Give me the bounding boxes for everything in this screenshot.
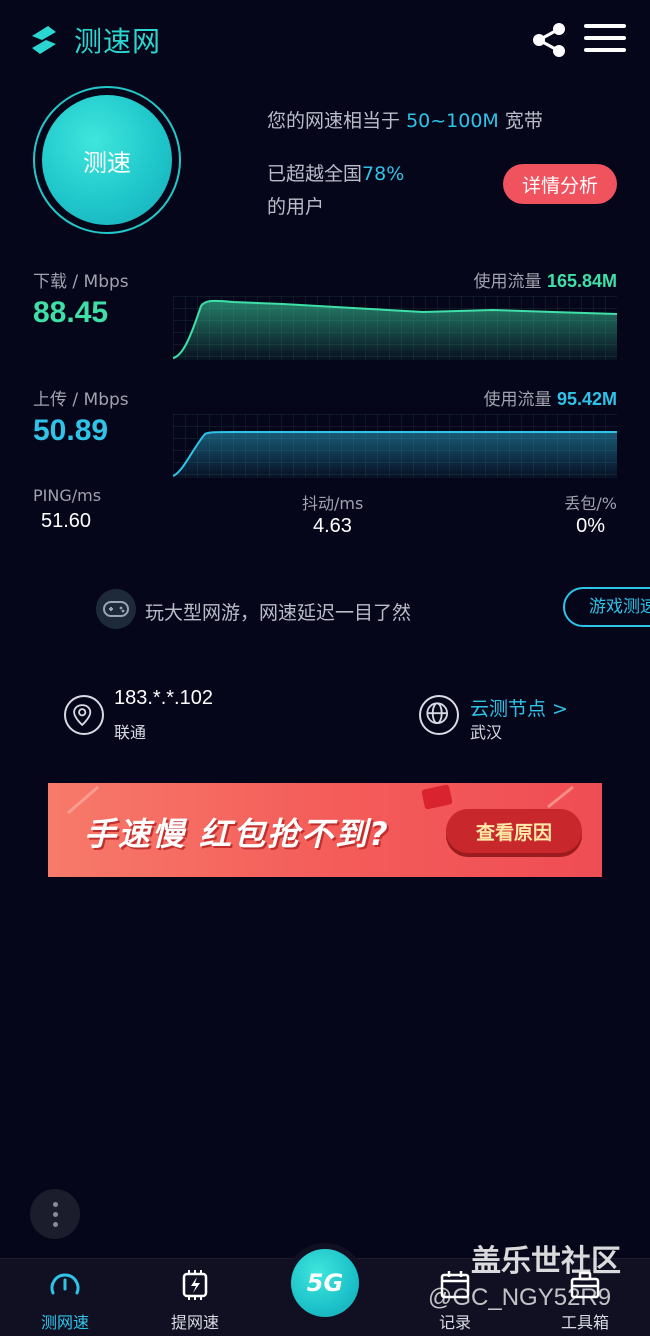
download-usage-value: 165.84M: [546, 271, 617, 291]
start-speed-test-button[interactable]: 测速: [42, 95, 172, 225]
download-speed-graph: [173, 296, 617, 360]
detail-analysis-button[interactable]: 详情分析: [503, 164, 617, 204]
rank-prefix: 已超越全国: [267, 163, 363, 185]
upload-label: 上传 / Mbps: [33, 390, 129, 410]
nav-label-boost-speed: 提网速: [170, 1313, 219, 1332]
nav-label-toolbox: 工具箱: [560, 1313, 609, 1332]
watermark-community: 盖乐世社区: [471, 1244, 621, 1279]
jitter-value: 4.63: [313, 515, 352, 537]
location-pin-icon: [64, 695, 104, 735]
ad-banner[interactable]: 手速慢 红包抢不到? 查看原因: [48, 783, 602, 877]
download-usage: 使用流量 165.84M: [474, 267, 617, 292]
ping-label: PING/ms: [33, 486, 102, 505]
download-label: 下载 / Mbps: [33, 272, 129, 292]
upload-area: [173, 432, 617, 478]
ad-title: 手速慢 红包抢不到?: [84, 815, 390, 853]
rank-percent: 78%: [362, 163, 405, 185]
globe-icon: [419, 695, 459, 735]
download-usage-label: 使用流量: [473, 272, 542, 292]
nav-boost-speed[interactable]: 提网速: [145, 1259, 245, 1336]
game-speed-test-button[interactable]: 游戏测速: [563, 587, 650, 627]
game-promo-text: 玩大型网游，网速延迟一目了然: [145, 602, 412, 624]
gamepad-icon: [96, 589, 136, 629]
upload-usage: 使用流量 95.42M: [484, 385, 617, 410]
nav-label-records: 记录: [438, 1313, 471, 1332]
jitter-label: 抖动/ms: [302, 494, 364, 513]
packet-loss-value: 0%: [576, 515, 605, 537]
nav-5g-button[interactable]: 5G: [291, 1249, 359, 1317]
result-prefix: 您的网速相当于: [267, 110, 401, 132]
upload-speed-value: 50.89: [33, 414, 109, 447]
app-header: 测速网: [0, 0, 650, 80]
watermark-user: @GC_NGY52R9: [428, 1284, 612, 1311]
result-suffix: 宽带: [504, 110, 543, 132]
more-options-icon[interactable]: [30, 1189, 80, 1239]
rank-suffix: 的用户: [267, 196, 325, 218]
upload-usage-label: 使用流量: [483, 390, 552, 410]
nav-speed-test[interactable]: 测网速: [15, 1259, 115, 1336]
upload-usage-value: 95.42M: [556, 389, 617, 409]
download-speed-value: 88.45: [33, 296, 109, 329]
app-title: 测速网: [74, 25, 162, 58]
bandwidth-result: 您的网速相当于 50~100M 宽带: [267, 106, 543, 133]
cloud-test-node-link[interactable]: 云测节点 >: [470, 694, 568, 721]
rank-result: 已超越全国78% 的用户: [267, 158, 404, 224]
bandwidth-value: 50~100M: [406, 110, 499, 132]
ip-address: 183.*.*.102: [114, 687, 213, 709]
nav-label-speed-test: 测网速: [40, 1313, 89, 1332]
check-reason-button[interactable]: 查看原因: [446, 809, 582, 853]
node-city: 武汉: [470, 723, 503, 742]
hamburger-menu-icon[interactable]: [584, 24, 626, 56]
ping-value: 51.60: [41, 510, 92, 532]
boost-chip-icon: [182, 1270, 208, 1300]
isp-name: 联通: [114, 723, 147, 742]
share-icon[interactable]: [530, 22, 568, 58]
speedometer-icon: [50, 1273, 80, 1295]
upload-speed-graph: [173, 414, 617, 478]
packet-loss-label: 丢包/%: [564, 494, 617, 513]
s-logo-icon: [32, 26, 56, 54]
